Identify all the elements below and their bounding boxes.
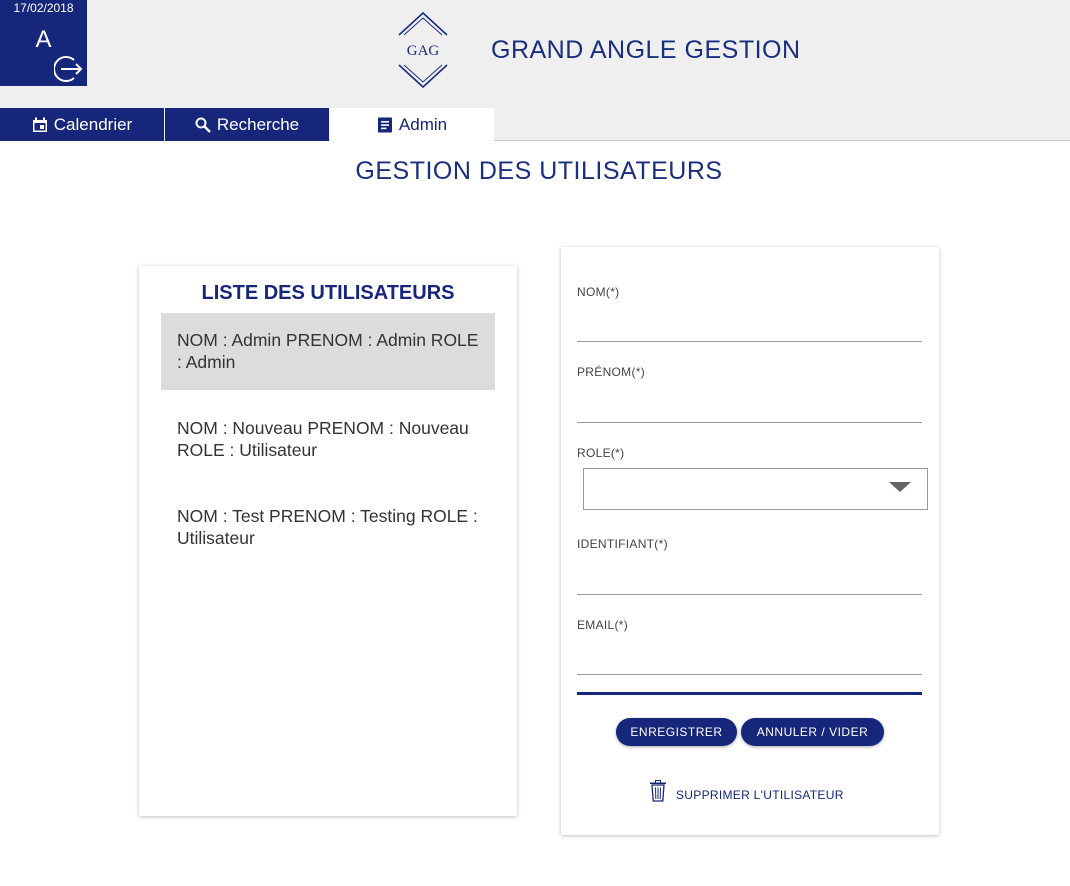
identifiant-field[interactable] bbox=[577, 565, 922, 595]
gag-logo: GAG bbox=[398, 11, 448, 89]
user-avatar-initial[interactable]: A bbox=[0, 26, 87, 54]
prenom-label: PRÉNOM(*) bbox=[577, 365, 646, 379]
user-list-item[interactable]: NOM : Test PRENOM : Testing ROLE : Utili… bbox=[161, 489, 495, 566]
tab-calendrier-label: Calendrier bbox=[53, 114, 133, 134]
page-title: GESTION DES UTILISATEURS bbox=[355, 157, 723, 185]
trash-icon bbox=[650, 780, 666, 802]
search-icon bbox=[195, 117, 211, 133]
user-list-title: LISTE DES UTILISATEURS bbox=[201, 282, 455, 304]
delete-user-label: SUPPRIMER L'UTILISATEUR bbox=[676, 788, 844, 802]
nom-field[interactable] bbox=[577, 312, 922, 342]
cancel-button[interactable]: ANNULER / VIDER bbox=[741, 718, 884, 746]
save-button[interactable]: ENREGISTRER bbox=[616, 718, 737, 746]
main-tabs: Calendrier Recherche Admin bbox=[0, 108, 495, 141]
logout-icon[interactable] bbox=[54, 55, 84, 83]
chevron-down-icon bbox=[889, 482, 911, 492]
logo-text: GAG bbox=[407, 43, 440, 59]
tab-recherche[interactable]: Recherche bbox=[165, 108, 329, 141]
user-form-card: NOM(*) PRÉNOM(*) ROLE(*) IDENTIFIANT(*) … bbox=[561, 247, 939, 835]
prenom-field[interactable] bbox=[577, 393, 922, 423]
header: 17/02/2018 A GAG GRAND ANGLE GESTION Cal… bbox=[0, 0, 1070, 141]
app-title: GRAND ANGLE GESTION bbox=[491, 36, 801, 64]
tab-admin[interactable]: Admin bbox=[330, 108, 494, 141]
form-divider bbox=[577, 692, 922, 695]
user-panel: 17/02/2018 A bbox=[0, 0, 87, 86]
tab-admin-label: Admin bbox=[398, 114, 448, 134]
user-list-item[interactable]: NOM : Nouveau PRENOM : Nouveau ROLE : Ut… bbox=[161, 401, 495, 478]
email-label: EMAIL(*) bbox=[577, 618, 629, 632]
tab-recherche-label: Recherche bbox=[216, 114, 300, 134]
identifiant-label: IDENTIFIANT(*) bbox=[577, 537, 668, 551]
calendar-icon bbox=[32, 117, 47, 132]
role-label: ROLE(*) bbox=[577, 446, 625, 460]
delete-user-button[interactable]: SUPPRIMER L'UTILISATEUR bbox=[649, 780, 844, 802]
user-list-item[interactable]: NOM : Admin PRENOM : Admin ROLE : Admin bbox=[161, 313, 495, 390]
current-date: 17/02/2018 bbox=[13, 1, 74, 15]
nom-label: NOM(*) bbox=[577, 285, 620, 299]
user-list-card: LISTE DES UTILISATEURS NOM : Admin PRENO… bbox=[139, 266, 517, 816]
role-select[interactable] bbox=[583, 468, 928, 510]
email-field[interactable] bbox=[577, 645, 922, 675]
document-icon bbox=[377, 117, 392, 132]
tab-calendrier[interactable]: Calendrier bbox=[0, 108, 164, 141]
